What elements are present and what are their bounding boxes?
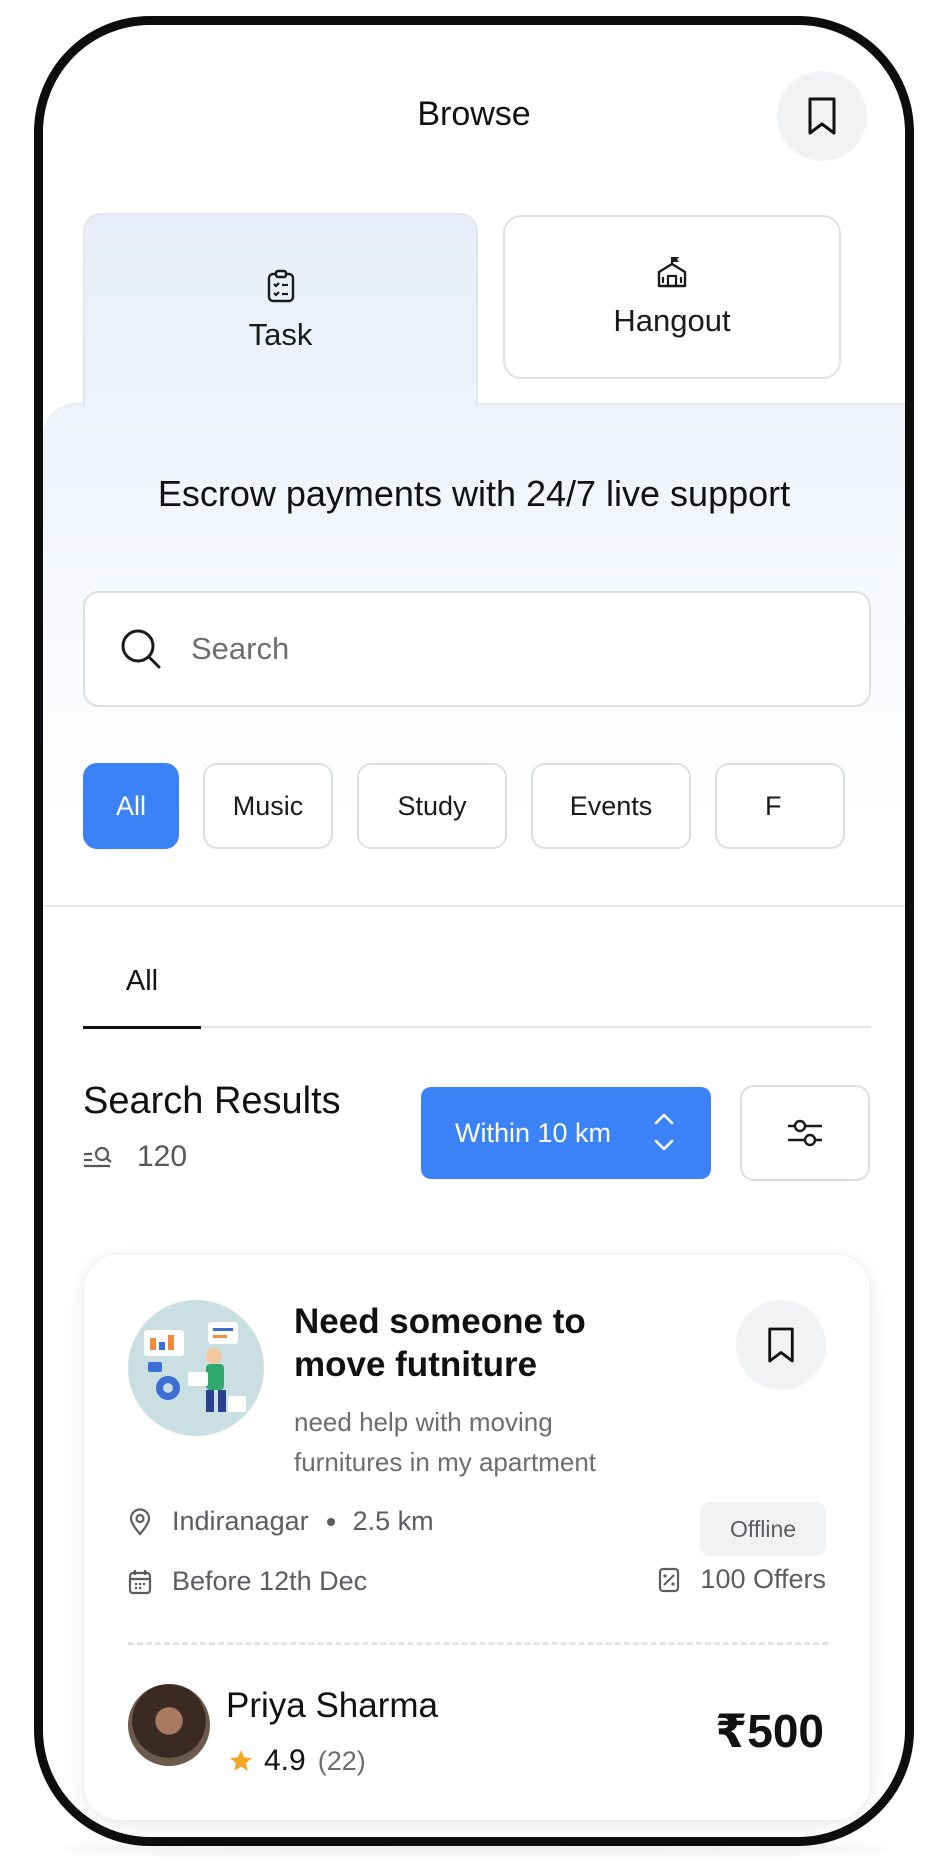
deadline-row: Before 12th Dec [128, 1566, 367, 1597]
search-input[interactable]: Search [83, 591, 871, 707]
chip-partial[interactable]: F [715, 763, 845, 849]
tab-task-label: Task [248, 317, 313, 352]
location-text: Indiranagar [172, 1506, 309, 1536]
distance-filter-dropdown[interactable]: Within 10 km [421, 1087, 711, 1179]
tab-hangout[interactable]: Hangout [503, 215, 841, 379]
offer-tag-icon [659, 1567, 680, 1592]
divider [43, 905, 905, 907]
bookmark-icon [808, 97, 836, 135]
saved-bookmarks-button[interactable] [777, 71, 867, 161]
results-count: 120 [137, 1140, 188, 1173]
poster-name[interactable]: Priya Sharma [226, 1686, 438, 1726]
clipboard-checklist-icon [267, 269, 294, 303]
building-flag-icon [657, 257, 687, 288]
rating-count: (22) [317, 1745, 366, 1776]
chevron-up-down-icon [654, 1113, 674, 1151]
status-badge: Offline [700, 1502, 826, 1556]
page-title: Browse [417, 95, 531, 133]
chip-all[interactable]: All [83, 763, 179, 849]
chip-music[interactable]: Music [203, 763, 333, 849]
chip-events[interactable]: Events [531, 763, 691, 849]
offers-row: 100 Offers [658, 1564, 826, 1595]
search-icon [121, 629, 161, 669]
list-search-icon [84, 1146, 112, 1168]
tab-hangout-label: Hangout [613, 303, 731, 338]
separator-dot [326, 1517, 335, 1526]
distance-filter-label: Within 10 km [455, 1117, 612, 1148]
results-count-row: 120 [83, 1140, 187, 1174]
task-description: need help with moving furnitures in my a… [294, 1407, 597, 1477]
card-divider [128, 1642, 828, 1645]
search-placeholder: Search [191, 631, 290, 666]
location-row: Indiranagar 2.5 km [128, 1506, 434, 1537]
location-pin-icon [129, 1507, 151, 1536]
task-card[interactable]: Need someone to move futniture need help… [83, 1253, 871, 1821]
category-chips: All Music Study Events F [83, 763, 905, 849]
task-illustration [128, 1300, 264, 1436]
rating-row: 4.9 (22) [228, 1744, 366, 1778]
distance-text: 2.5 km [352, 1506, 434, 1536]
results-title: Search Results [83, 1080, 341, 1122]
tab-task[interactable]: Task [83, 213, 478, 407]
phone-frame: Browse Task Hangout Escrow payments with… [34, 16, 914, 1846]
task-price: ₹500 [715, 1705, 824, 1757]
rating-value: 4.9 [264, 1744, 306, 1777]
sliders-icon [788, 1119, 822, 1147]
chip-study[interactable]: Study [357, 763, 507, 849]
offers-text: 100 Offers [700, 1564, 826, 1594]
bookmark-icon [768, 1327, 794, 1363]
task-title: Need someone to move futniture [294, 1302, 586, 1384]
star-icon [230, 1750, 252, 1771]
calendar-icon [128, 1569, 152, 1594]
escrow-banner-text: Escrow payments with 24/7 live support [157, 473, 791, 514]
subtab-underline [201, 1026, 871, 1028]
avatar[interactable] [128, 1684, 210, 1766]
subtab-all[interactable]: All [83, 953, 201, 1029]
deadline-text: Before 12th Dec [172, 1566, 368, 1596]
task-bookmark-button[interactable] [736, 1300, 826, 1390]
filter-settings-button[interactable] [740, 1085, 870, 1181]
